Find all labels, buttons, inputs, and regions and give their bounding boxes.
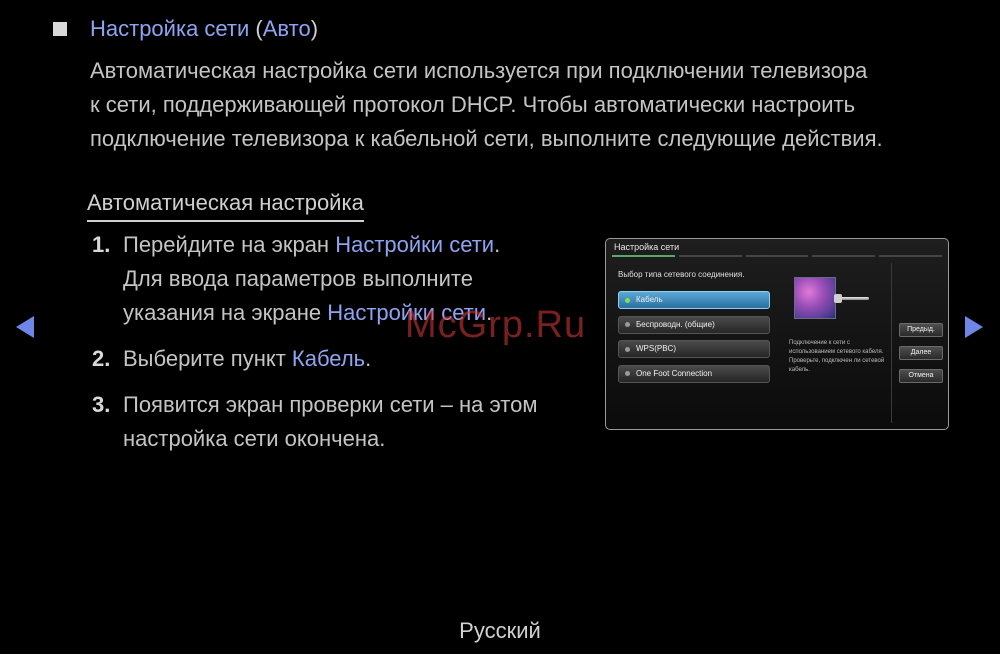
- cancel-button[interactable]: Отмена: [899, 369, 943, 383]
- radio-dot-icon: [625, 322, 630, 327]
- progress-segment: [879, 255, 942, 257]
- title-open-paren: (: [249, 16, 263, 41]
- step-text: Выберите пункт: [123, 346, 292, 371]
- tv-option-wps[interactable]: WPS(PBC): [618, 340, 770, 358]
- radio-dot-icon: [625, 371, 630, 376]
- intro-line: подключение телевизора к кабельной сети,…: [90, 126, 883, 151]
- network-port-image: [794, 277, 836, 319]
- step-text: .: [494, 232, 501, 257]
- title-close-paren: ): [310, 16, 319, 41]
- title-main: Настройка сети: [90, 16, 250, 41]
- step-body: Выберите пункт Кабель.: [123, 342, 371, 376]
- section-title: Настройка сети (Авто): [90, 16, 318, 42]
- step-line: настройка сети окончена.: [123, 426, 386, 451]
- plug-icon: [834, 294, 842, 303]
- step-number: 1.: [92, 232, 111, 257]
- tv-description: Подключение к сети с использованием сете…: [789, 340, 885, 373]
- tv-option-wireless[interactable]: Беспроводн. (общие): [618, 315, 770, 334]
- progress-segment: [612, 255, 675, 257]
- step-body: Появится экран проверки сети – на этом н…: [123, 388, 537, 456]
- step-number: 2.: [92, 346, 111, 371]
- step-text: .: [365, 346, 372, 371]
- tv-title: Настройка сети: [614, 242, 680, 252]
- step-accent: Настройки сети: [335, 232, 495, 257]
- tv-option-label: One Foot Connection: [636, 368, 713, 378]
- steps-list: 1. Перейдите на экран Настройки сети. Дл…: [92, 228, 592, 468]
- sub-heading: Автоматическая настройка: [87, 190, 364, 222]
- progress-segment: [812, 255, 876, 257]
- step-text: указания на экране: [123, 300, 328, 325]
- step-line: Перейдите на экран Настройки сети.: [123, 228, 500, 262]
- title-accent: Авто: [262, 16, 311, 41]
- triangle-left-icon[interactable]: [16, 316, 34, 338]
- tv-progress-bar: [612, 255, 942, 257]
- tv-option-one-foot[interactable]: One Foot Connection: [618, 364, 770, 383]
- step-accent: Кабель: [291, 346, 366, 371]
- tv-option-label: WPS(PBC): [636, 344, 676, 353]
- step-3: 3. Появится экран проверки сети – на это…: [92, 388, 592, 456]
- next-button[interactable]: Далее: [899, 346, 943, 360]
- tv-prompt: Выбор типа сетевого соединения.: [618, 270, 745, 279]
- step-text: Перейдите на экран: [123, 232, 336, 257]
- progress-segment: [745, 255, 809, 257]
- footer-language: Русский: [459, 618, 541, 643]
- divider: [891, 263, 892, 423]
- network-settings-screenshot: Настройка сети Выбор типа сетевого соеди…: [605, 238, 949, 430]
- step-line: Выберите пункт Кабель.: [123, 342, 371, 376]
- radio-dot-icon: [625, 346, 630, 352]
- intro-line: к сети, поддерживающей протокол DHCP. Чт…: [90, 92, 856, 117]
- tv-option-cable[interactable]: Кабель: [618, 291, 770, 309]
- tv-option-label: Кабель: [636, 295, 663, 304]
- triangle-right-icon[interactable]: [965, 316, 983, 338]
- intro-line: Автоматическая настройка сети использует…: [90, 58, 868, 83]
- radio-dot-icon: [625, 297, 630, 303]
- step-2: 2. Выберите пункт Кабель.: [92, 342, 592, 376]
- previous-button[interactable]: Предыд.: [899, 323, 943, 337]
- tv-options-list: Кабель Беспроводн. (общие) WPS(PBC) One …: [618, 291, 770, 389]
- tv-buttons: Предыд. Далее Отмена: [899, 323, 943, 392]
- intro-paragraph: Автоматическая настройка сети использует…: [90, 54, 970, 156]
- square-bullet-icon: [53, 22, 67, 36]
- step-line: Для ввода параметров выполните: [123, 266, 473, 291]
- tv-option-label: Беспроводн. (общие): [636, 319, 715, 329]
- step-line: Появится экран проверки сети – на этом: [123, 392, 538, 417]
- watermark: McGrp.Ru: [405, 304, 587, 346]
- step-number: 3.: [92, 392, 111, 417]
- progress-segment: [678, 255, 742, 257]
